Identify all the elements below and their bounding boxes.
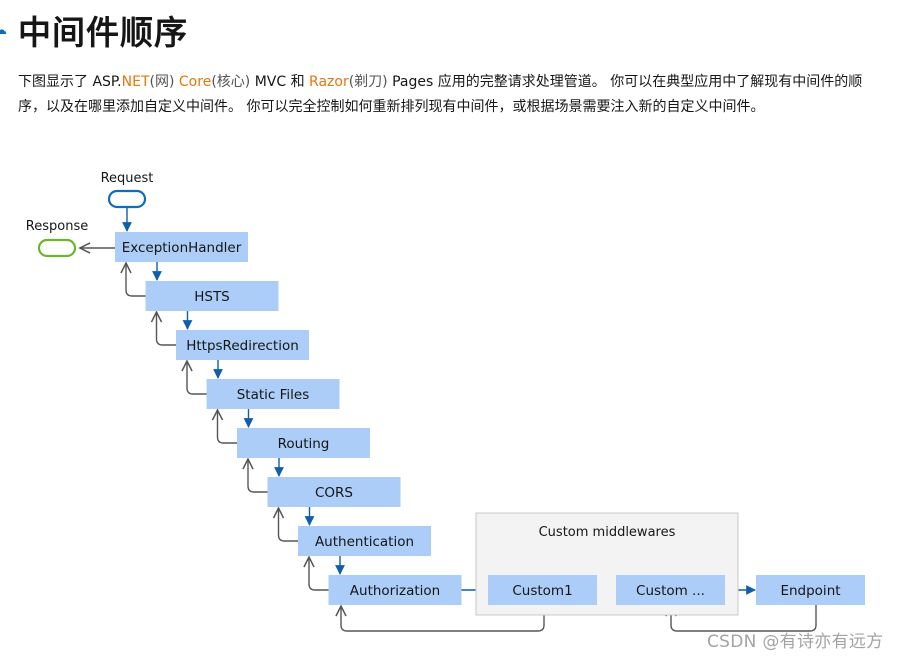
middleware-exceptionhandler: ExceptionHandler bbox=[115, 232, 248, 262]
custom-group-label: Custom middlewares bbox=[539, 525, 676, 540]
watermark: CSDN @有诗亦有远方 bbox=[707, 632, 884, 652]
return-arrow bbox=[126, 263, 146, 297]
middleware-httpsredirection: HttpsRedirection bbox=[176, 330, 309, 360]
return-arrow bbox=[309, 557, 329, 591]
middleware-cors-label: CORS bbox=[315, 485, 353, 501]
return-arrow bbox=[248, 459, 268, 493]
endpoint: Endpoint bbox=[756, 575, 865, 605]
middleware-httpsredirection-label: HttpsRedirection bbox=[186, 338, 299, 354]
custom-middleware-n: Custom ... bbox=[616, 575, 725, 605]
middleware-hsts-label: HSTS bbox=[194, 289, 230, 305]
middleware-hsts: HSTS bbox=[145, 281, 279, 311]
middleware-pipeline-diagram: ExceptionHandler HSTS HttpsRedirection Stat… bbox=[26, 171, 865, 632]
endpoint-label: Endpoint bbox=[780, 583, 840, 599]
middleware-routing: Routing bbox=[237, 428, 370, 458]
middleware-authentication: Authentication bbox=[298, 526, 431, 556]
response-label: Response bbox=[26, 219, 88, 234]
return-arrow bbox=[187, 361, 207, 395]
middleware-exceptionhandler-label: ExceptionHandler bbox=[122, 240, 242, 256]
request-terminator bbox=[107, 189, 147, 209]
request-label: Request bbox=[101, 171, 154, 186]
middleware-static-files: Static Files bbox=[206, 379, 340, 409]
middleware-cors: CORS bbox=[267, 477, 401, 507]
custom-middleware-1: Custom1 bbox=[488, 575, 597, 605]
return-arrow bbox=[218, 410, 237, 444]
middleware-authorization-label: Authorization bbox=[350, 583, 440, 599]
response-terminator bbox=[37, 238, 77, 258]
middleware-authorization: Authorization bbox=[328, 575, 462, 605]
middleware-static-files-label: Static Files bbox=[237, 387, 310, 403]
middleware-authentication-label: Authentication bbox=[315, 534, 414, 550]
custom-middleware-1-label: Custom1 bbox=[512, 583, 572, 599]
return-arrow bbox=[279, 508, 298, 542]
custom-middleware-n-label: Custom ... bbox=[636, 583, 705, 599]
return-arrow bbox=[157, 312, 176, 346]
middleware-routing-label: Routing bbox=[278, 436, 330, 452]
